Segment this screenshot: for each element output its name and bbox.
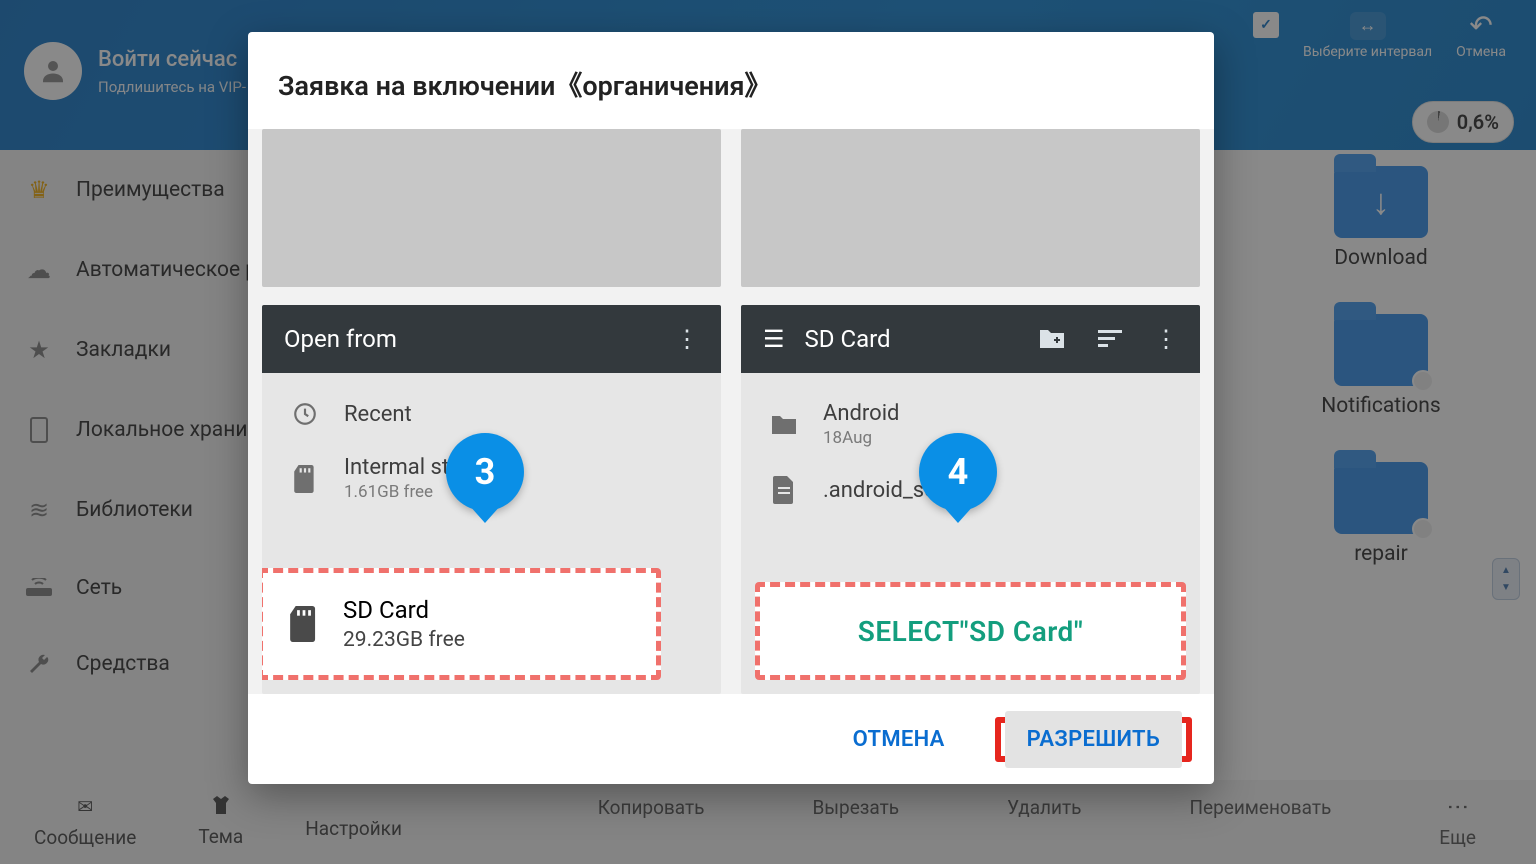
sd-icon	[288, 465, 322, 493]
overflow-icon: ⋮	[675, 325, 699, 353]
hamburger-icon: ☰	[763, 325, 785, 353]
allow-button-highlight: РАЗРЕШИТЬ	[995, 717, 1192, 762]
highlight-sd-option: SD Card 29.23GB free	[262, 568, 661, 680]
clock-icon	[288, 401, 322, 427]
folder-icon	[767, 414, 801, 436]
instruction-step-4: ☰ SD Card ⋮	[741, 129, 1200, 694]
dialog-actions: ОТМЕНА РАЗРЕШИТЬ	[248, 694, 1214, 784]
dialog-title: Заявка на включении《органичения》	[248, 32, 1214, 129]
permission-dialog: Заявка на включении《органичения》 Open fr…	[248, 32, 1214, 784]
file-icon	[767, 476, 801, 504]
dialog-cancel-button[interactable]: ОТМЕНА	[831, 711, 967, 768]
card-title: Open from	[284, 325, 397, 353]
sd-icon	[289, 606, 319, 642]
dialog-body: Open from ⋮ Recent	[248, 129, 1214, 694]
step-pin-4: 4	[919, 423, 997, 521]
new-folder-icon	[1038, 328, 1066, 350]
screenshot-placeholder	[262, 129, 721, 287]
screenshot-placeholder	[741, 129, 1200, 287]
dialog-allow-button[interactable]: РАЗРЕШИТЬ	[1005, 711, 1182, 768]
open-from-card: Open from ⋮ Recent	[262, 305, 721, 694]
overflow-icon: ⋮	[1154, 325, 1178, 353]
highlight-select-sd: SELECT"SD Card"	[755, 582, 1186, 680]
sd-card-card: ☰ SD Card ⋮	[741, 305, 1200, 694]
sort-icon	[1098, 330, 1122, 348]
step-pin-3: 3	[446, 423, 524, 521]
card-title: SD Card	[805, 325, 891, 353]
instruction-step-3: Open from ⋮ Recent	[262, 129, 721, 694]
